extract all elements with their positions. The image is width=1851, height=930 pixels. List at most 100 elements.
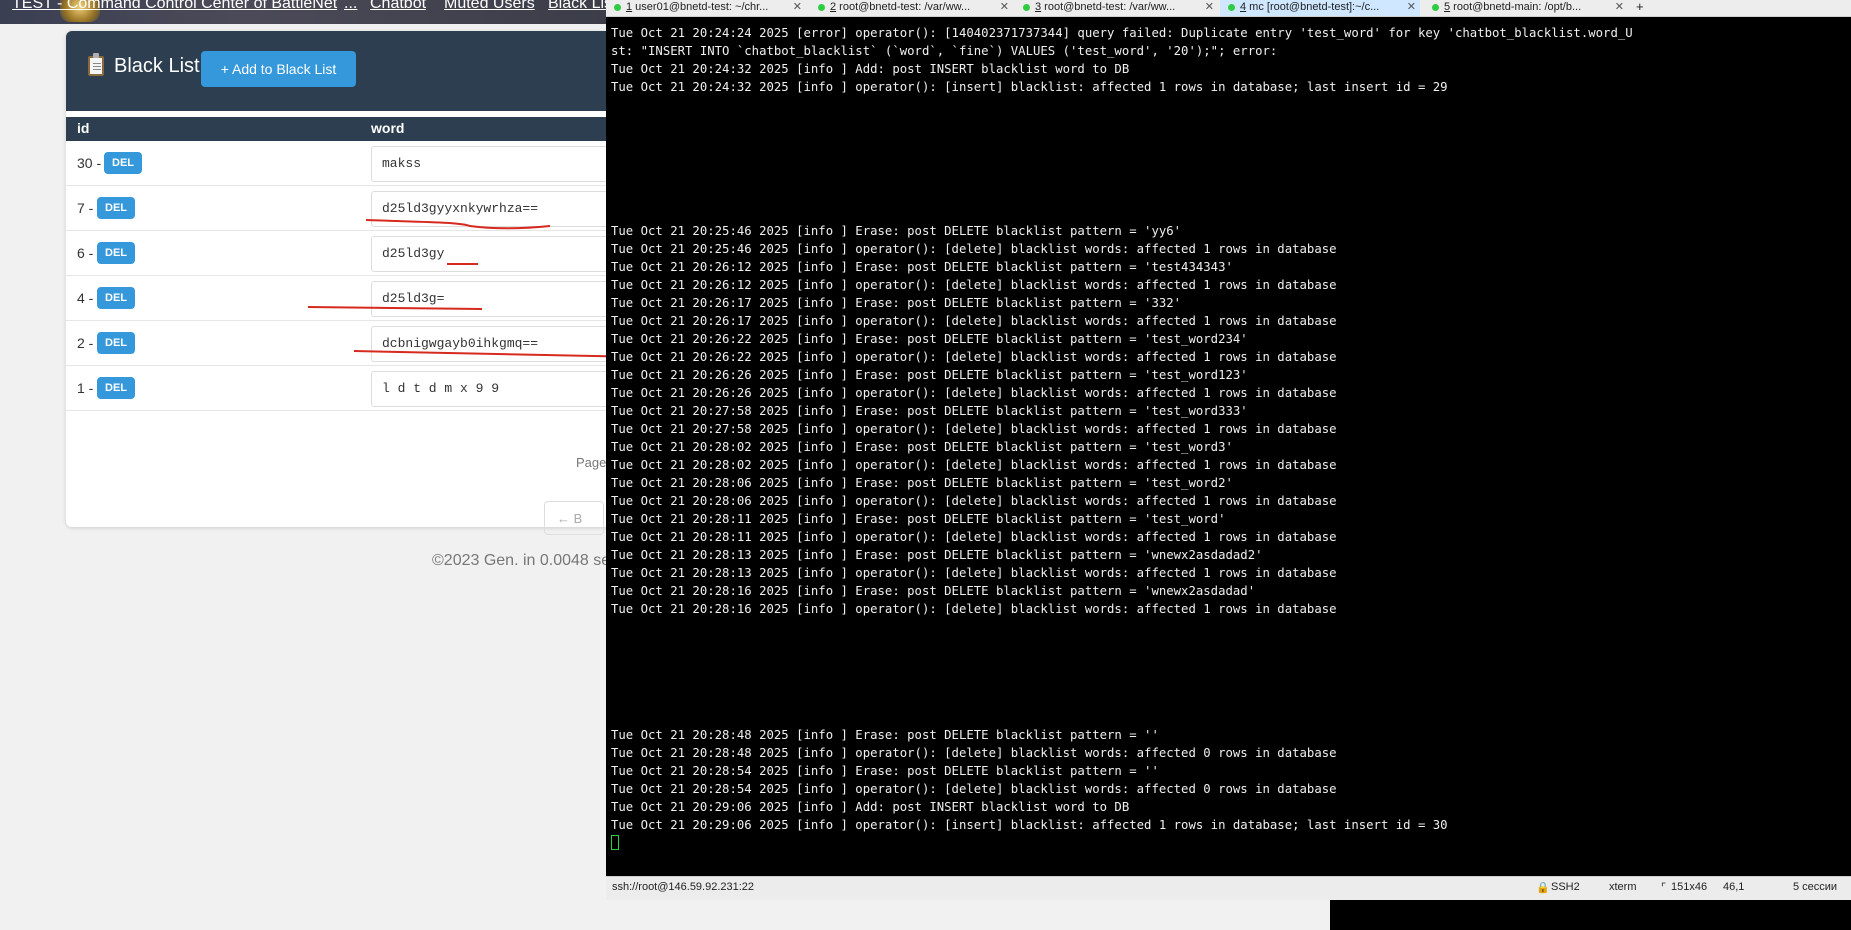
- log-line: Tue Oct 21 20:26:12 2025 [info ] operato…: [611, 278, 1337, 292]
- tab-label: root@bnetd-test: /var/ww...: [836, 1, 971, 13]
- log-line: Tue Oct 21 20:28:06 2025 [info ] operato…: [611, 494, 1337, 508]
- terminal-type: xterm: [1609, 881, 1637, 893]
- table-row: 2 - DEL dcbnigwgayb0ihkgmq==: [66, 321, 606, 366]
- terminal-tab-1[interactable]: 1 user01@bnetd-test: ~/chr... ✕: [606, 0, 806, 16]
- row-id: 2 -: [77, 335, 94, 351]
- new-tab-button[interactable]: +: [1636, 0, 1644, 14]
- close-icon[interactable]: ✕: [793, 0, 802, 14]
- terminal-tab-2[interactable]: 2 root@bnetd-test: /var/ww... ✕: [810, 0, 1013, 16]
- log-line: Tue Oct 21 20:28:54 2025 [info ] Erase: …: [611, 764, 1159, 778]
- browser-page: TEST - Command Control Center of BattleN…: [0, 0, 606, 930]
- close-icon[interactable]: ✕: [1000, 0, 1009, 14]
- log-line: Tue Oct 21 20:28:16 2025 [info ] operato…: [611, 602, 1337, 616]
- log-line: Tue Oct 21 20:24:32 2025 [info ] Add: po…: [611, 62, 1130, 76]
- close-icon[interactable]: ✕: [1205, 0, 1214, 14]
- column-header-id: id: [77, 120, 90, 136]
- terminal-tab-3[interactable]: 3 root@bnetd-test: /var/ww... ✕: [1015, 0, 1218, 16]
- terminal-status-bar: ssh://root@146.59.92.231:22 🔒 SSH2 xterm…: [606, 876, 1851, 901]
- terminal-window: 1 user01@bnetd-test: ~/chr... ✕ 2 root@bn…: [606, 0, 1851, 901]
- log-line: Tue Oct 21 20:26:26 2025 [info ] operato…: [611, 386, 1337, 400]
- delete-button[interactable]: DEL: [97, 332, 135, 354]
- log-line: Tue Oct 21 20:26:12 2025 [info ] Erase: …: [611, 260, 1233, 274]
- nav-link-chatbot[interactable]: Chatbot: [370, 0, 426, 13]
- table-row: 4 - DEL d25ld3g=: [66, 276, 606, 321]
- log-line: Tue Oct 21 20:28:11 2025 [info ] operato…: [611, 530, 1337, 544]
- terminal-size: 151x46: [1671, 881, 1708, 893]
- row-id: 1 -: [77, 380, 94, 396]
- terminal-tab-4[interactable]: 4 mc [root@bnetd-test]:~/c... ✕: [1220, 0, 1420, 16]
- log-line: Tue Oct 21 20:26:22 2025 [info ] Erase: …: [611, 332, 1248, 346]
- word-field[interactable]: d25ld3g=: [371, 281, 606, 317]
- log-line: Tue Oct 21 20:28:16 2025 [info ] Erase: …: [611, 584, 1256, 598]
- word-field[interactable]: d25ld3gyyxnkywrhza==: [371, 191, 606, 227]
- log-line: Tue Oct 21 20:24:24 2025 [error] operato…: [611, 26, 1633, 40]
- terminal-tab-bar: 1 user01@bnetd-test: ~/chr... ✕ 2 root@bn…: [606, 0, 1851, 17]
- log-line: st: "INSERT INTO `chatbot_blacklist` (`w…: [611, 44, 1278, 58]
- word-field[interactable]: l d t d m x 9 9: [371, 371, 606, 407]
- log-line: Tue Oct 21 20:26:17 2025 [info ] Erase: …: [611, 296, 1182, 310]
- word-field[interactable]: d25ld3gy: [371, 236, 606, 272]
- nav-link-home[interactable]: TEST - Command Control Center of BattleN…: [12, 0, 337, 13]
- delete-button[interactable]: DEL: [97, 242, 135, 264]
- connected-status-icon: [818, 3, 825, 11]
- delete-button[interactable]: DEL: [104, 152, 142, 174]
- size-icon: ⌜: [1661, 882, 1667, 894]
- connected-status-icon: [1228, 3, 1235, 11]
- nav-ellipsis: ...: [344, 0, 358, 12]
- add-to-black-list-button[interactable]: + Add to Black List: [201, 51, 356, 87]
- log-line: Tue Oct 21 20:28:13 2025 [info ] operato…: [611, 566, 1337, 580]
- clipboard-icon: [88, 53, 104, 76]
- protocol-label: SSH2: [1551, 881, 1580, 893]
- lock-icon: 🔒: [1536, 882, 1550, 894]
- site-header: TEST - Command Control Center of BattleN…: [0, 0, 606, 24]
- log-line: Tue Oct 21 20:26:22 2025 [info ] operato…: [611, 350, 1337, 364]
- row-id: 6 -: [77, 245, 94, 261]
- page-footer: ©2023 Gen. in 0.0048 se: [432, 552, 606, 569]
- table-row: 7 - DEL d25ld3gyyxnkywrhza==: [66, 186, 606, 231]
- back-button[interactable]: ← B: [544, 501, 604, 535]
- row-id: 30 -: [77, 155, 102, 171]
- log-line: Tue Oct 21 20:27:58 2025 [info ] Erase: …: [611, 404, 1248, 418]
- word-field[interactable]: makss: [371, 146, 606, 182]
- card-title: Black List: [114, 55, 200, 77]
- log-line: Tue Oct 21 20:28:54 2025 [info ] operato…: [611, 782, 1337, 796]
- tab-label: root@bnetd-main: /opt/b...: [1450, 1, 1582, 13]
- log-line: Tue Oct 21 20:26:26 2025 [info ] Erase: …: [611, 368, 1248, 382]
- close-icon[interactable]: ✕: [1615, 0, 1624, 14]
- log-line: Tue Oct 21 20:28:02 2025 [info ] Erase: …: [611, 440, 1233, 454]
- delete-button[interactable]: DEL: [97, 287, 135, 309]
- log-line: Tue Oct 21 20:26:17 2025 [info ] operato…: [611, 314, 1337, 328]
- delete-button[interactable]: DEL: [97, 197, 135, 219]
- card-header: Black List + Add to Black List: [66, 31, 606, 111]
- log-line: Tue Oct 21 20:25:46 2025 [info ] Erase: …: [611, 224, 1182, 238]
- tab-label: user01@bnetd-test: ~/chr...: [632, 1, 769, 13]
- log-line: Tue Oct 21 20:27:58 2025 [info ] operato…: [611, 422, 1337, 436]
- table-header: id word: [66, 117, 606, 141]
- black-list-card: Black List + Add to Black List id word 3…: [66, 31, 606, 535]
- table-row: 1 - DEL l d t d m x 9 9: [66, 366, 606, 411]
- session-count: 5 сессии: [1793, 881, 1838, 893]
- connected-status-icon: [614, 3, 621, 11]
- tab-label: root@bnetd-test: /var/ww...: [1041, 1, 1176, 13]
- log-line: Tue Oct 21 20:28:48 2025 [info ] Erase: …: [611, 728, 1159, 742]
- tab-label: mc [root@bnetd-test]:~/c...: [1246, 1, 1380, 13]
- log-line: Tue Oct 21 20:28:02 2025 [info ] operato…: [611, 458, 1337, 472]
- nav-link-black-list[interactable]: Black Lis: [548, 0, 606, 13]
- log-line: Tue Oct 21 20:28:13 2025 [info ] Erase: …: [611, 548, 1263, 562]
- close-icon[interactable]: ✕: [1407, 0, 1416, 14]
- column-header-word: word: [371, 120, 405, 136]
- desktop-background: [606, 900, 1330, 930]
- log-line: Tue Oct 21 20:24:32 2025 [info ] operato…: [611, 80, 1448, 94]
- pagination-label: Page: [576, 455, 606, 470]
- log-line: Tue Oct 21 20:29:06 2025 [info ] operato…: [611, 818, 1448, 832]
- nav-link-muted-users[interactable]: Muted Users: [444, 0, 535, 13]
- delete-button[interactable]: DEL: [97, 377, 135, 399]
- log-line: Tue Oct 21 20:29:06 2025 [info ] Add: po…: [611, 800, 1130, 814]
- table-row: 30 - DEL makss: [66, 141, 606, 186]
- terminal-tab-5[interactable]: 5 root@bnetd-main: /opt/b... ✕: [1424, 0, 1628, 16]
- row-id: 7 -: [77, 200, 94, 216]
- word-field[interactable]: dcbnigwgayb0ihkgmq==: [371, 326, 606, 362]
- terminal-cursor: [611, 835, 619, 850]
- connected-status-icon: [1023, 3, 1030, 11]
- cursor-position: 46,1: [1723, 881, 1745, 893]
